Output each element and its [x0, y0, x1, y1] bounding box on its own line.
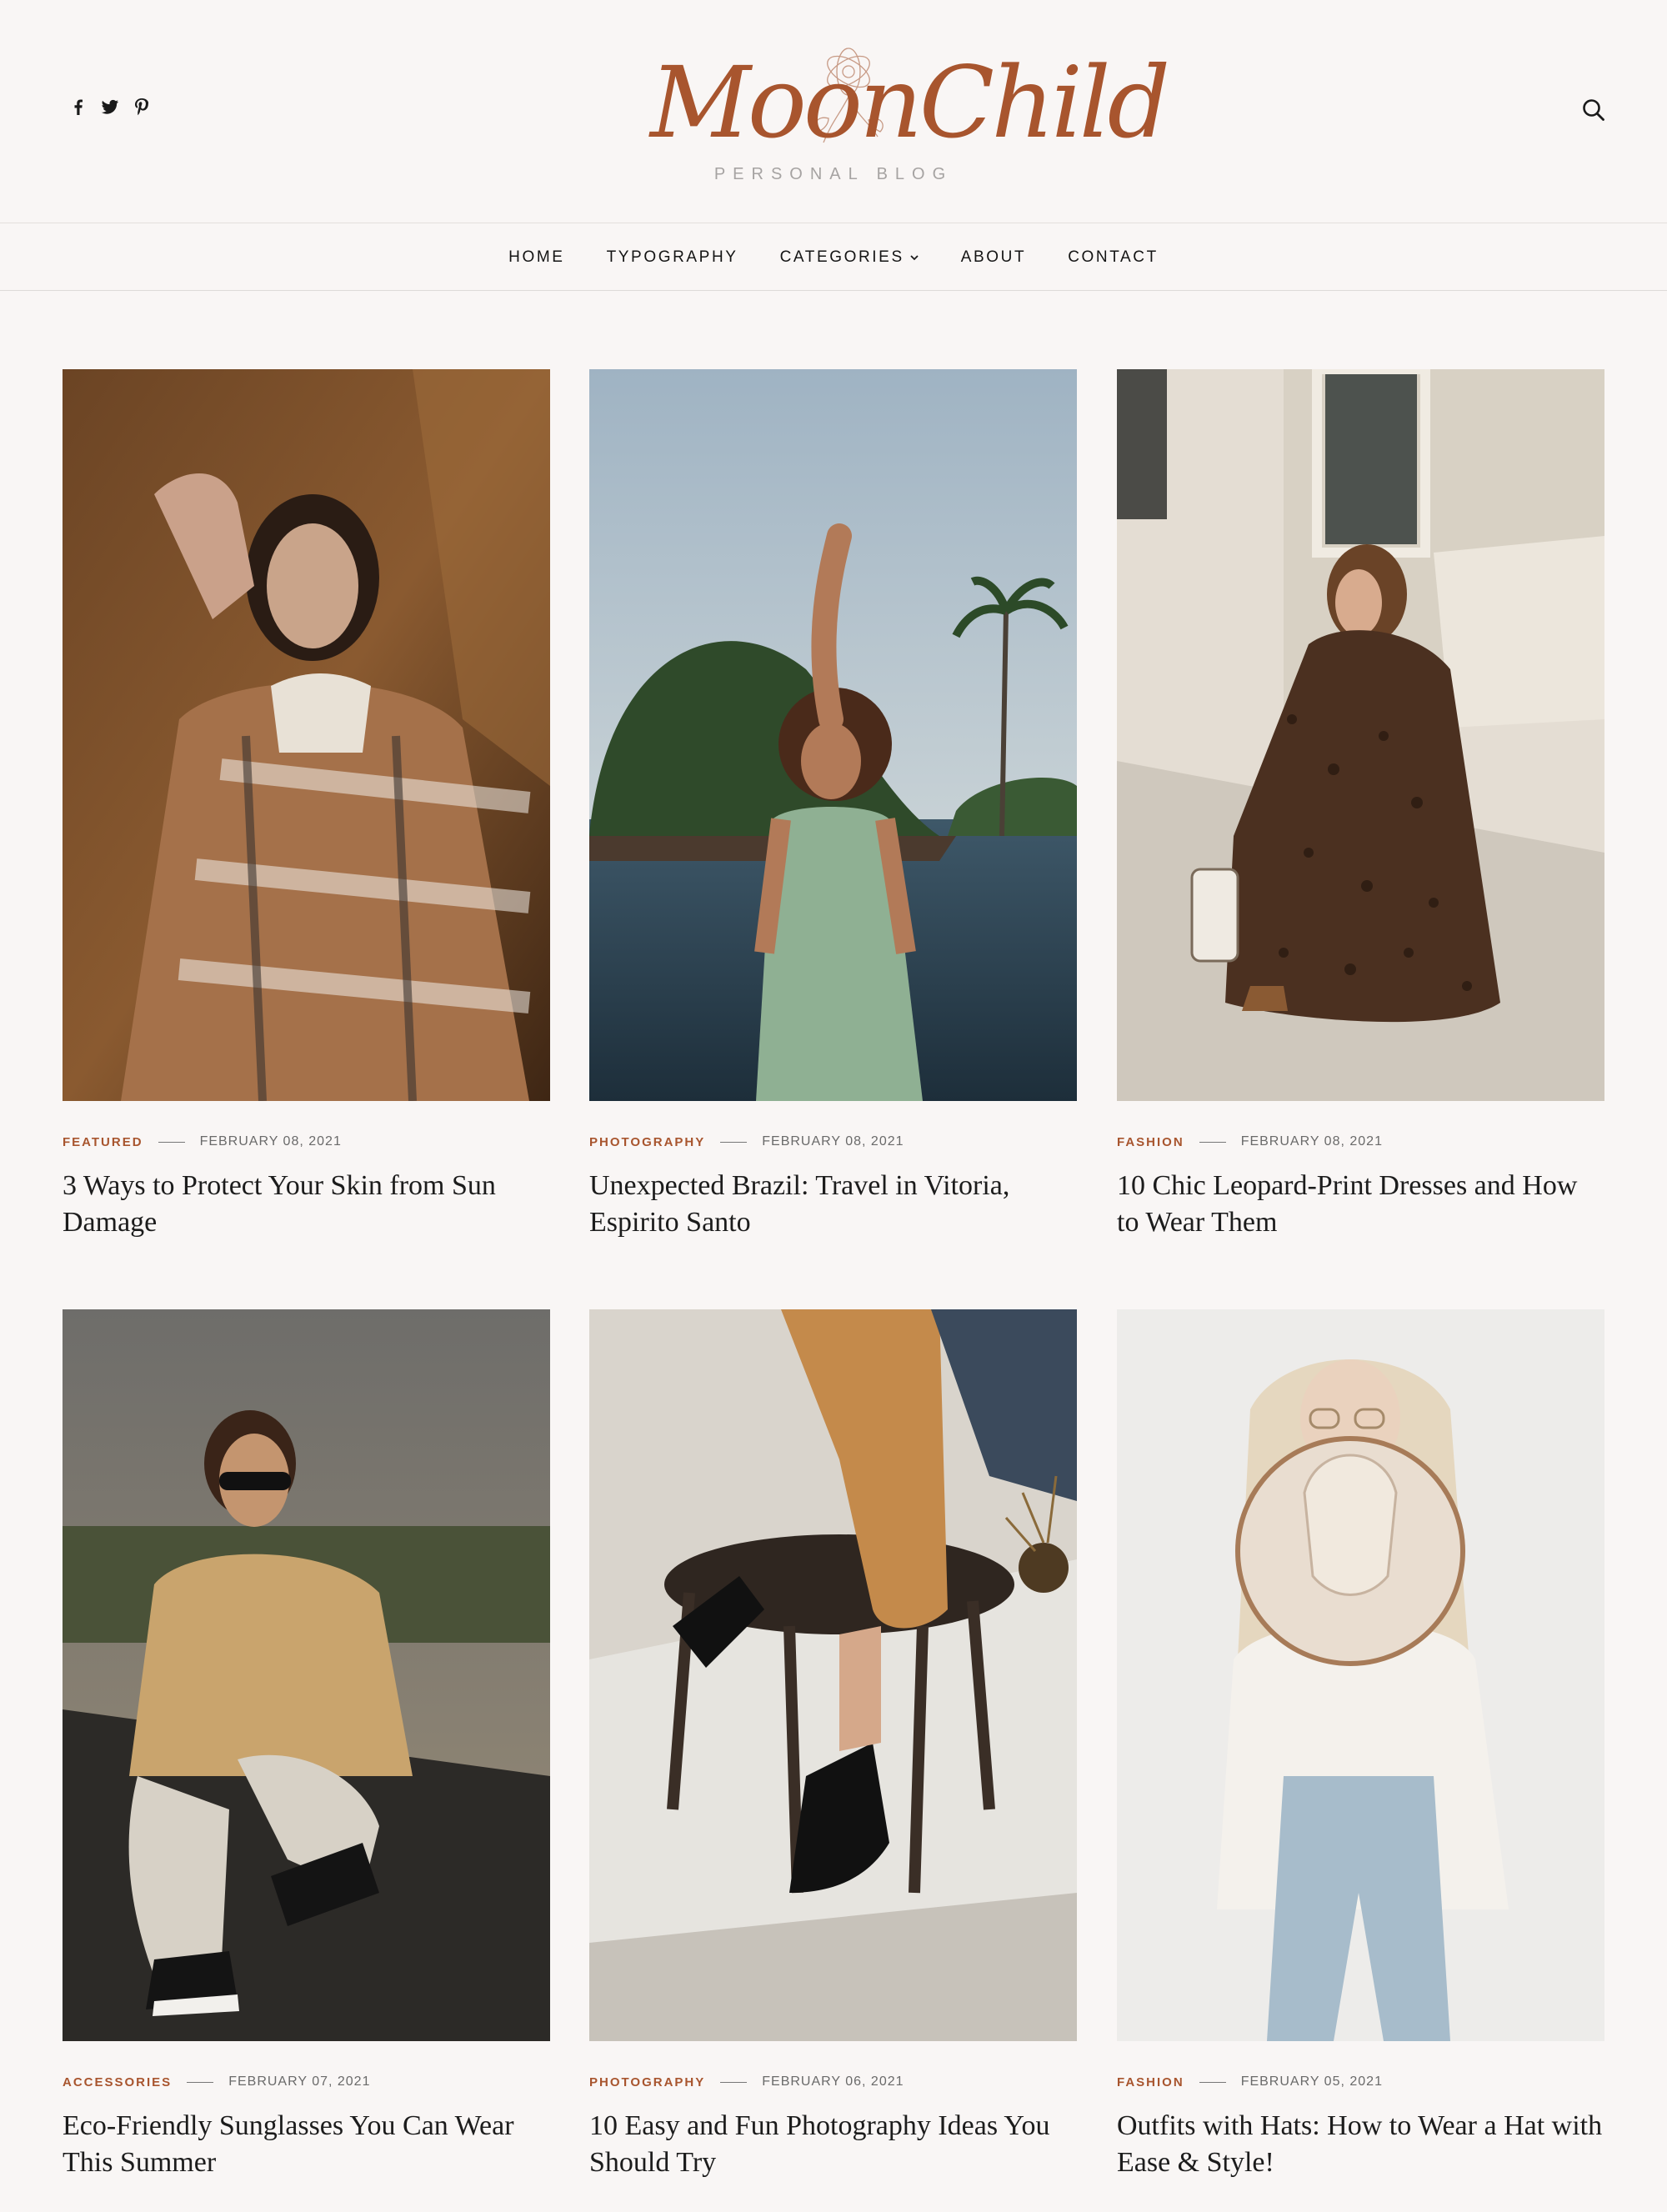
meta-divider — [720, 1141, 748, 1143]
post-date: FEBRUARY 06, 2021 — [762, 2074, 904, 2089]
meta-divider — [1199, 2081, 1226, 2083]
post-date: FEBRUARY 07, 2021 — [228, 2074, 371, 2089]
twitter-icon[interactable] — [100, 97, 120, 117]
post-category[interactable]: PHOTOGRAPHY — [589, 1135, 705, 1149]
post-card: PHOTOGRAPHY FEBRUARY 08, 2021 Unexpected… — [589, 369, 1077, 1241]
post-category[interactable]: ACCESSORIES — [63, 2075, 172, 2089]
main-navigation: HOME TYPOGRAPHY CATEGORIES ABOUT CONTACT — [0, 224, 1667, 291]
meta-divider — [187, 2081, 214, 2083]
meta-divider — [720, 2081, 748, 2083]
post-image[interactable] — [589, 1309, 1077, 2041]
social-links — [68, 97, 152, 117]
post-date: FEBRUARY 08, 2021 — [762, 1134, 904, 1149]
facebook-icon[interactable] — [68, 97, 88, 117]
post-meta: PHOTOGRAPHY FEBRUARY 06, 2021 — [589, 2074, 1077, 2089]
nav-label: ABOUT — [960, 248, 1027, 266]
search-icon[interactable] — [1580, 97, 1607, 123]
post-title[interactable]: Unexpected Brazil: Travel in Vitoria, Es… — [589, 1168, 1077, 1241]
chevron-down-icon — [910, 254, 919, 260]
post-meta: PHOTOGRAPHY FEBRUARY 08, 2021 — [589, 1134, 1077, 1149]
post-title[interactable]: 10 Chic Leopard-Print Dresses and How to… — [1117, 1168, 1604, 1241]
nav-item-home[interactable]: HOME — [508, 248, 564, 267]
nav-label: CATEGORIES — [779, 248, 904, 266]
post-image[interactable] — [63, 1309, 550, 2041]
nav-item-contact[interactable]: CONTACT — [1068, 248, 1159, 267]
post-title[interactable]: 3 Ways to Protect Your Skin from Sun Dam… — [63, 1168, 550, 1241]
nav-label: TYPOGRAPHY — [606, 248, 738, 266]
post-category[interactable]: FASHION — [1117, 1135, 1184, 1149]
post-date: FEBRUARY 08, 2021 — [199, 1134, 342, 1149]
meta-divider — [1199, 1141, 1226, 1143]
post-category[interactable]: FASHION — [1117, 2075, 1184, 2089]
post-image[interactable] — [63, 369, 550, 1101]
post-meta: FEATURED FEBRUARY 08, 2021 — [63, 1134, 550, 1149]
site-logo[interactable]: MoonChild — [650, 33, 1170, 160]
post-card: FEATURED FEBRUARY 08, 2021 3 Ways to Pro… — [63, 369, 550, 1241]
post-title[interactable]: Eco-Friendly Sunglasses You Can Wear Thi… — [63, 2108, 550, 2181]
post-card: FASHION FEBRUARY 05, 2021 Outfits with H… — [1117, 1309, 1604, 2181]
post-date: FEBRUARY 05, 2021 — [1240, 2074, 1383, 2089]
logo-text: MoonChild — [650, 45, 1170, 160]
meta-divider — [158, 1141, 185, 1143]
post-card: FASHION FEBRUARY 08, 2021 10 Chic Leopar… — [1117, 369, 1604, 1241]
site-tagline: PERSONAL BLOG — [713, 165, 954, 183]
post-category[interactable]: PHOTOGRAPHY — [589, 2075, 705, 2089]
post-image[interactable] — [1117, 1309, 1604, 2041]
post-meta: FASHION FEBRUARY 05, 2021 — [1117, 2074, 1604, 2089]
nav-item-about[interactable]: ABOUT — [961, 248, 1026, 267]
post-date: FEBRUARY 08, 2021 — [1240, 1134, 1383, 1149]
post-image[interactable] — [589, 369, 1077, 1101]
post-card: PHOTOGRAPHY FEBRUARY 06, 2021 10 Easy an… — [589, 1309, 1077, 2181]
nav-item-categories[interactable]: CATEGORIES — [780, 248, 919, 267]
post-title[interactable]: Outfits with Hats: How to Wear a Hat wit… — [1117, 2108, 1604, 2181]
nav-item-typography[interactable]: TYPOGRAPHY — [607, 248, 738, 267]
pinterest-icon[interactable] — [132, 97, 152, 117]
post-meta: FASHION FEBRUARY 08, 2021 — [1117, 1134, 1604, 1149]
nav-label: HOME — [508, 248, 565, 266]
post-meta: ACCESSORIES FEBRUARY 07, 2021 — [63, 2074, 550, 2089]
post-card: ACCESSORIES FEBRUARY 07, 2021 Eco-Friend… — [63, 1309, 550, 2181]
nav-label: CONTACT — [1068, 248, 1159, 266]
post-title[interactable]: 10 Easy and Fun Photography Ideas You Sh… — [589, 2108, 1077, 2181]
site-header: MoonChild PERSONAL BLOG — [0, 0, 1667, 223]
post-category[interactable]: FEATURED — [63, 1135, 143, 1149]
post-image[interactable] — [1117, 369, 1604, 1101]
